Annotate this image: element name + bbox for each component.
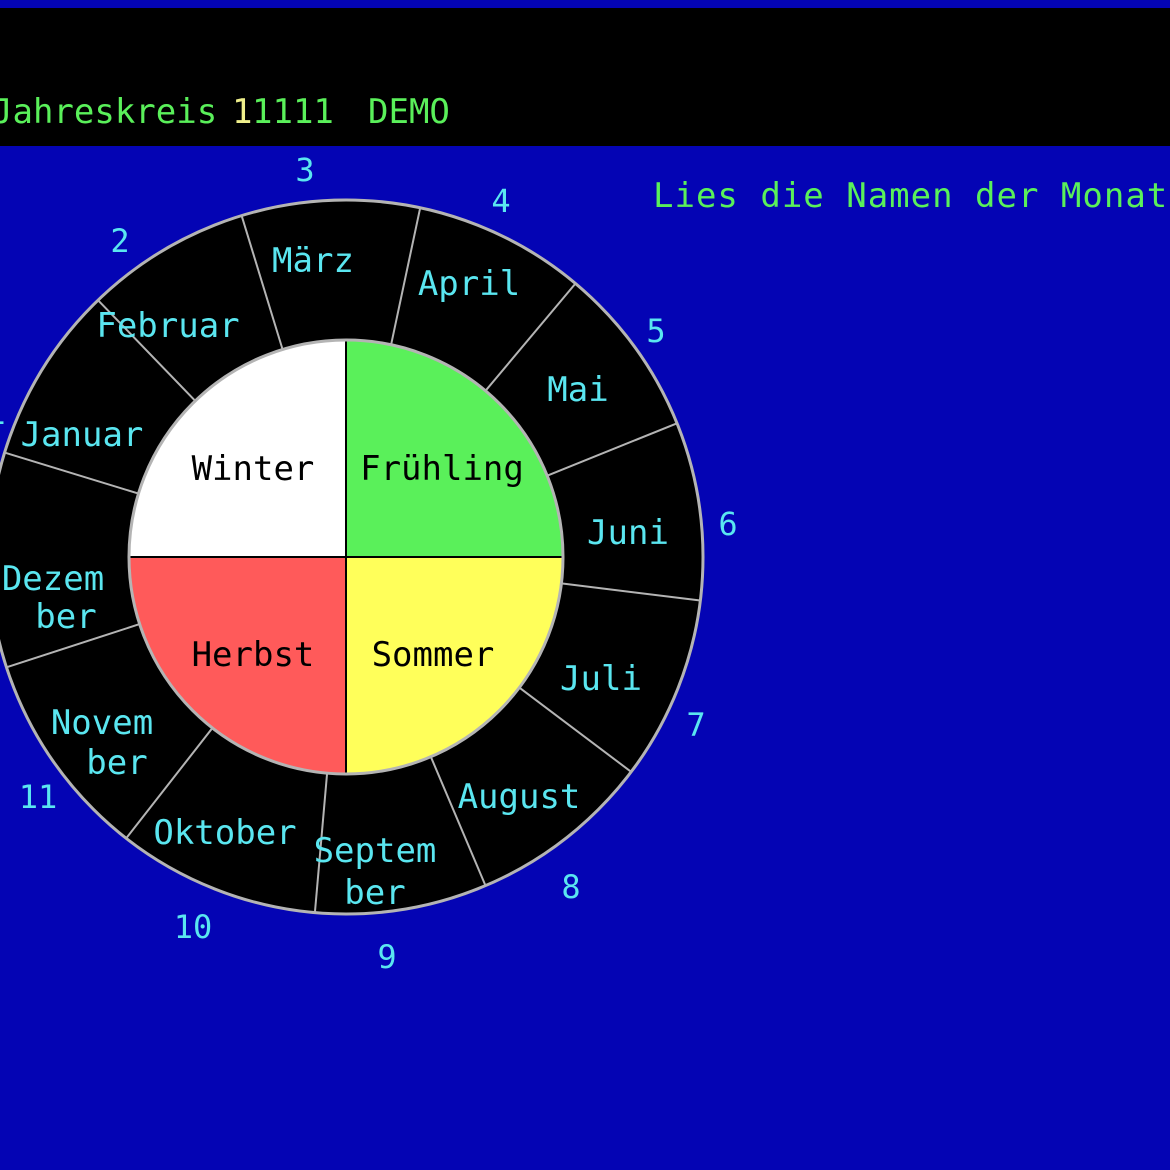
month-label-februar[interactable]: Februar	[96, 306, 239, 346]
month-label-juli[interactable]: Juli	[560, 659, 642, 699]
month-label-november-line1[interactable]: Novem	[51, 703, 153, 743]
program-screen: Jahreskreis 1 1111 DEMO Lies die Namen d…	[0, 0, 1170, 1170]
season-label-herbst: Herbst	[192, 635, 315, 675]
month-label-november-line2[interactable]: ber	[86, 743, 147, 783]
month-label-dezember-line1[interactable]: Dezem	[2, 559, 104, 599]
month-label-september-line1[interactable]: Septem	[314, 831, 437, 871]
month-label-januar[interactable]: Januar	[21, 415, 144, 455]
month-label-oktober[interactable]: Oktober	[153, 813, 296, 853]
season-label-winter: Winter	[192, 449, 315, 489]
month-label-juni[interactable]: Juni	[587, 513, 669, 553]
month-number-4: 4	[491, 182, 510, 220]
month-number-6: 6	[718, 505, 737, 543]
season-circle	[127, 338, 565, 776]
month-label-april[interactable]: April	[418, 264, 520, 304]
month-label-maerz[interactable]: März	[272, 241, 354, 281]
month-number-8: 8	[561, 868, 580, 906]
month-number-11: 11	[19, 778, 58, 816]
month-number-7: 7	[686, 706, 705, 744]
month-number-10: 10	[174, 908, 213, 946]
month-label-dezember-line2[interactable]: ber	[35, 597, 96, 637]
month-number-2: 2	[110, 222, 129, 260]
season-label-sommer: Sommer	[372, 635, 495, 675]
month-number-3: 3	[295, 151, 314, 189]
year-wheel: Winter Frühling Sommer Herbst Januar Feb…	[0, 151, 738, 976]
month-number-5: 5	[646, 312, 665, 350]
month-label-mai[interactable]: Mai	[547, 370, 608, 410]
month-label-september-line2[interactable]: ber	[344, 873, 405, 913]
season-label-fruehling: Frühling	[360, 449, 524, 489]
month-label-august[interactable]: August	[458, 777, 581, 817]
month-number-1: 1	[0, 394, 6, 432]
month-number-9: 9	[377, 938, 396, 976]
